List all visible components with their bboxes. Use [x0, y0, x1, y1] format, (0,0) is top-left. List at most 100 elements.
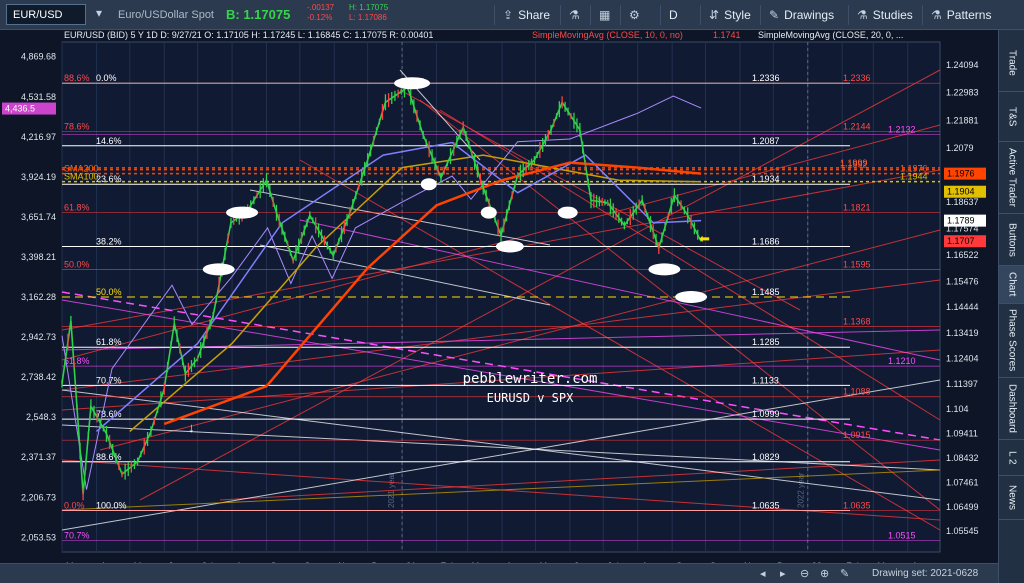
red-level-price: 1.1821 [843, 203, 871, 213]
right-axis-tick: 1.05545 [946, 526, 979, 536]
fib-level-pct: 38.2% [96, 237, 122, 247]
spx-current-value: 4,436.5 [5, 104, 35, 114]
watermark-site: pebblewriter.com [463, 371, 598, 387]
patterns-button[interactable]: ⚗ Patterns [922, 5, 999, 25]
left-axis-tick: 4,869.68 [21, 52, 56, 62]
magenta-level-price: 1.2132 [888, 124, 916, 134]
sidebar-tab-active-trader[interactable]: Active Trader [999, 142, 1024, 214]
style-label: Style [724, 8, 751, 22]
right-axis-tick: 1.09411 [946, 429, 978, 439]
left-axis-tick: 2,942.73 [21, 332, 56, 342]
fib-level-pct: 88.6% [96, 452, 122, 462]
fib-level-pct: 50.0% [96, 287, 122, 297]
fib-level-pct: 78.6% [96, 409, 122, 419]
fib-level-pct: 100.0% [96, 501, 127, 511]
chart-info-label: EUR/USD (BID) 5 Y 1D D: 9/27/21 O: 1.171… [64, 30, 433, 40]
marker-ellipse [420, 178, 437, 191]
right-axis-tick: 1.21881 [946, 115, 979, 125]
red-level-price: 1.2144 [843, 121, 871, 131]
sidebar-tab-trade[interactable]: Trade [999, 34, 1024, 92]
red-level-price: 1.1368 [843, 316, 871, 326]
flask-icon: ⚗ [569, 8, 580, 22]
left-axis-tick: 2,206.73 [21, 492, 56, 502]
ma-level-name: SMA100 [64, 172, 99, 182]
change-value: -.00137 [307, 3, 335, 12]
study-label-sma10: SimpleMovingAvg (CLOSE, 10, 0, no) [532, 30, 683, 40]
right-axis-tick: 1.2079 [946, 143, 974, 153]
right-axis-tick: 1.104 [946, 404, 969, 414]
sidebar-tab-phase-scores[interactable]: Phase Scores [999, 304, 1024, 378]
right-sidebar: Trade T&S Active Trader Buttons Chart Phase S… [998, 30, 1024, 583]
settings-button[interactable]: ⚙ [620, 5, 648, 25]
sidebar-tab-dashboard[interactable]: Dashboard [999, 378, 1024, 440]
right-axis-tick: 1.15476 [946, 276, 979, 286]
sidebar-tab-buttons[interactable]: Buttons [999, 214, 1024, 266]
fib-level-pct: 61.8% [96, 337, 122, 347]
zoom-out-icon[interactable]: ⊖ [800, 567, 809, 580]
magenta-level-pct: 61.8% [64, 356, 90, 366]
marker-ellipse [495, 240, 524, 253]
chevron-left-icon[interactable]: ◂ [760, 567, 766, 580]
fib-level-price: 1.0635 [752, 501, 780, 511]
right-price-tag-value: 1.1707 [947, 236, 975, 246]
price-chart[interactable]: EUR/USD (BID) 5 Y 1D D: 9/27/21 O: 1.171… [0, 30, 998, 583]
symbol-clear-icon[interactable]: ▾ [92, 6, 106, 22]
style-button[interactable]: ⇵ Style [700, 5, 759, 25]
right-axis-tick: 1.08432 [946, 453, 979, 463]
left-arrow-marker: ⬅ [699, 231, 710, 246]
patterns-label: Patterns [946, 8, 992, 22]
sidebar-tab-chart[interactable]: Chart [999, 266, 1024, 304]
fib-level-price: 1.1686 [752, 237, 780, 247]
studies-button[interactable]: ⚗ Studies [848, 5, 921, 25]
left-axis-tick: 3,162.28 [21, 292, 56, 302]
left-axis-tick: 2,548.3 [26, 412, 56, 422]
studies-label: Studies [872, 8, 913, 22]
fib-level-price: 1.2336 [752, 73, 780, 83]
sidebar-tab-l-2[interactable]: L 2 [999, 440, 1024, 476]
high-value: H: 1.17075 [349, 3, 389, 12]
symbol-input[interactable]: EUR/USD [6, 4, 86, 25]
interval-button[interactable]: D [660, 5, 686, 25]
drawing-set-label: Drawing set: 2021-0628 [872, 568, 979, 579]
down-arrow-marker: ↓ [188, 420, 195, 435]
sidebar-tab-news[interactable]: News [999, 476, 1024, 520]
share-button[interactable]: ⇪ Share [494, 5, 558, 25]
share-icon: ⇪ [503, 8, 514, 22]
ma-level-price: 1.1944 [900, 172, 928, 182]
marker-ellipse [480, 206, 497, 219]
magenta-level-price: 1.1210 [888, 356, 916, 366]
chevron-right-icon[interactable]: ▸ [780, 567, 786, 580]
sidebar-tab-t-s[interactable]: T&S [999, 92, 1024, 142]
right-axis-tick: 1.13419 [946, 328, 979, 338]
red-level-pct: 61.8% [64, 203, 90, 213]
patterns-icon: ⚗ [931, 8, 942, 22]
right-price-tag-value: 1.1976 [947, 169, 975, 179]
calendar-button[interactable]: ▦ [590, 5, 618, 25]
zoom-in-icon[interactable]: ⊕ [820, 567, 829, 580]
right-axis-tick: 1.07461 [946, 478, 979, 488]
drawings-icon: ✎ [769, 8, 780, 22]
left-axis-tick: 4,216.97 [21, 132, 56, 142]
red-level-pct: 50.0% [64, 259, 90, 269]
right-axis-tick: 1.18637 [946, 197, 979, 207]
gear-icon: ⚙ [629, 8, 640, 22]
left-axis-tick: 2,371.37 [21, 452, 56, 462]
bottom-toolbar: ◂ ▸ ⊖ ⊕ ✎ Drawing set: 2021-0628 [0, 563, 998, 583]
price-change: -.00137 -0.12% [307, 3, 334, 23]
flask-button[interactable]: ⚗ [560, 5, 588, 25]
symbol-description: Euro/USDollar Spot [118, 9, 214, 21]
ma-level-price: 1.1992 [840, 160, 868, 170]
share-label: Share [518, 8, 551, 22]
magenta-level-price: 1.0515 [888, 531, 916, 541]
study-label-sma20: SimpleMovingAvg (CLOSE, 20, 0, ... [758, 30, 903, 40]
right-price-tag-value: 1.1789 [947, 216, 975, 226]
drawings-button[interactable]: ✎ Drawings [760, 5, 842, 25]
right-axis-tick: 1.06499 [946, 502, 979, 512]
study-value-sma10: 1.1741 [713, 30, 741, 40]
style-icon: ⇵ [709, 8, 720, 22]
pencil-icon[interactable]: ✎ [840, 567, 849, 580]
calendar-icon: ▦ [599, 8, 611, 22]
marker-ellipse [648, 263, 681, 276]
marker-ellipse [202, 263, 235, 276]
marker-ellipse [675, 291, 708, 303]
